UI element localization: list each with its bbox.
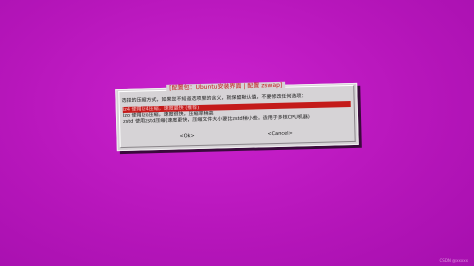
cancel-button[interactable]: <Cancel> bbox=[265, 129, 295, 138]
watermark: CSDN @xxxxx bbox=[439, 258, 468, 263]
ok-button[interactable]: <Ok> bbox=[177, 132, 196, 141]
zswap-config-dialog: [配置包：Ubuntu安装界面 | 配置 zswap] 选择的压缩方式，如果您不… bbox=[115, 81, 359, 152]
console-screen: [配置包：Ubuntu安装界面 | 配置 zswap] 选择的压缩方式，如果您不… bbox=[0, 0, 474, 266]
